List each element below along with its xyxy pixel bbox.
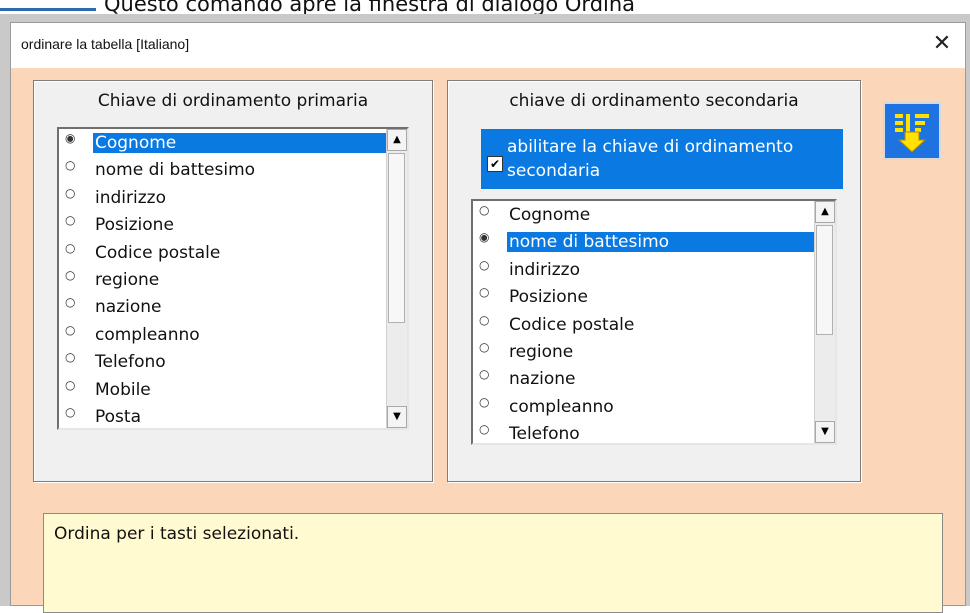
primary-key-items: ◉ Cognome ○ nome di battesimo ○ indirizzo ○ Pos… [59, 129, 387, 428]
list-item[interactable]: ○ Telefono [59, 348, 387, 375]
radio-icon[interactable]: ○ [479, 286, 489, 298]
secondary-key-title: chiave di ordinamento secondaria [509, 91, 799, 111]
radio-icon[interactable]: ○ [65, 296, 75, 308]
scroll-down-button[interactable]: ▼ [815, 421, 835, 443]
close-button[interactable]: ✕ [929, 31, 955, 57]
list-item-label: nome di battesimo [95, 160, 256, 181]
radio-icon[interactable]: ○ [65, 324, 75, 336]
dialog-titlebar: ordinare la tabella [Italiano] ✕ [11, 23, 965, 68]
list-item-label: nome di battesimo [507, 232, 815, 253]
radio-icon[interactable]: ○ [65, 214, 75, 226]
radio-icon[interactable]: ○ [479, 396, 489, 408]
list-item[interactable]: ◉ Cognome [59, 129, 387, 156]
radio-icon[interactable]: ○ [65, 242, 75, 254]
list-item[interactable]: ○ regione [59, 266, 387, 293]
radio-icon[interactable]: ○ [479, 368, 489, 380]
radio-icon[interactable]: ○ [479, 314, 489, 326]
list-item[interactable]: ○ Mobile [59, 376, 387, 403]
list-item[interactable]: ○ Posta [59, 403, 387, 428]
list-item-label: indirizzo [509, 259, 580, 280]
list-item[interactable]: ○ Telefono [473, 420, 815, 445]
enable-secondary-key-option[interactable]: ✔ abilitare la chiave di ordinamento sec… [481, 129, 843, 189]
radio-icon[interactable]: ○ [65, 187, 75, 199]
list-item[interactable]: ○ indirizzo [59, 184, 387, 211]
list-item[interactable]: ○ compleanno [473, 393, 815, 420]
scroll-up-button[interactable]: ▲ [387, 129, 407, 151]
status-text: Ordina per i tasti selezionati. [54, 524, 300, 544]
list-item[interactable]: ○ Cognome [473, 201, 815, 228]
list-item[interactable]: ○ nazione [59, 293, 387, 320]
list-item-label: compleanno [95, 324, 200, 345]
list-item-label: regione [509, 341, 574, 362]
list-item-label: Posizione [95, 215, 174, 236]
scroll-up-button[interactable]: ▲ [815, 201, 835, 223]
list-item[interactable]: ○ nome di battesimo [59, 156, 387, 183]
list-item[interactable]: ○ Codice postale [59, 239, 387, 266]
enable-secondary-checkbox[interactable]: ✔ [487, 156, 503, 172]
radio-icon[interactable]: ○ [479, 204, 489, 216]
primary-key-title: Chiave di ordinamento primaria [97, 91, 369, 111]
dialog-title: ordinare la tabella [Italiano] [21, 36, 190, 52]
radio-icon[interactable]: ○ [65, 351, 75, 363]
list-item[interactable]: ○ compleanno [59, 321, 387, 348]
primary-list-scrollbar[interactable]: ▲ ▼ [386, 129, 407, 428]
scrollbar-thumb[interactable] [816, 225, 833, 335]
radio-icon[interactable]: ○ [65, 406, 75, 418]
scroll-down-button[interactable]: ▼ [387, 406, 407, 428]
primary-key-list[interactable]: ◉ Cognome ○ nome di battesimo ○ indirizzo ○ Pos… [57, 127, 409, 430]
radio-selected-icon[interactable]: ◉ [479, 231, 489, 243]
list-item-label: Codice postale [95, 242, 221, 263]
list-item-label: indirizzo [95, 187, 166, 208]
list-item[interactable]: ◉ nome di battesimo [473, 228, 815, 255]
list-item[interactable]: ○ Posizione [59, 211, 387, 238]
list-item-label: Cognome [93, 133, 387, 153]
status-box: Ordina per i tasti selezionati. [43, 513, 943, 613]
radio-icon[interactable]: ○ [65, 269, 75, 281]
sort-dialog: ordinare la tabella [Italiano] ✕ Chiave … [10, 22, 966, 613]
list-item[interactable]: ○ Posizione [473, 283, 815, 310]
radio-icon[interactable]: ○ [65, 159, 75, 171]
list-item-label: regione [95, 269, 160, 290]
radio-icon[interactable]: ○ [479, 259, 489, 271]
list-item-label: nazione [509, 369, 576, 390]
list-item[interactable]: ○ indirizzo [473, 256, 815, 283]
list-item[interactable]: ○ Codice postale [473, 311, 815, 338]
radio-icon[interactable]: ○ [479, 341, 489, 353]
secondary-list-scrollbar[interactable]: ▲ ▼ [814, 201, 835, 443]
enable-secondary-label: abilitare la chiave di ordinamento secon… [507, 137, 794, 181]
list-item[interactable]: ○ regione [473, 338, 815, 365]
scrollbar-thumb[interactable] [388, 153, 405, 323]
list-item-label: Cognome [509, 205, 591, 225]
list-item-label: nazione [95, 297, 162, 318]
list-item-label: Posizione [509, 287, 588, 308]
sort-button[interactable] [883, 102, 941, 160]
list-item-label: Mobile [95, 379, 151, 400]
list-item-label: Posta [95, 406, 141, 427]
secondary-key-items: ○ Cognome ◉ nome di battesimo ○ indirizzo ○ Pos… [473, 201, 815, 445]
list-item-label: Telefono [509, 424, 580, 445]
radio-icon[interactable]: ○ [479, 423, 489, 435]
radio-selected-icon[interactable]: ◉ [65, 132, 75, 144]
radio-icon[interactable]: ○ [65, 379, 75, 391]
background-accent-line [0, 8, 96, 11]
secondary-key-list[interactable]: ○ Cognome ◉ nome di battesimo ○ indirizzo ○ Pos… [471, 199, 837, 445]
list-item-label: Codice postale [509, 314, 635, 335]
list-item-label: compleanno [509, 396, 614, 417]
sort-descending-icon [895, 114, 929, 153]
list-item[interactable]: ○ nazione [473, 365, 815, 392]
list-item-label: Telefono [95, 352, 166, 373]
